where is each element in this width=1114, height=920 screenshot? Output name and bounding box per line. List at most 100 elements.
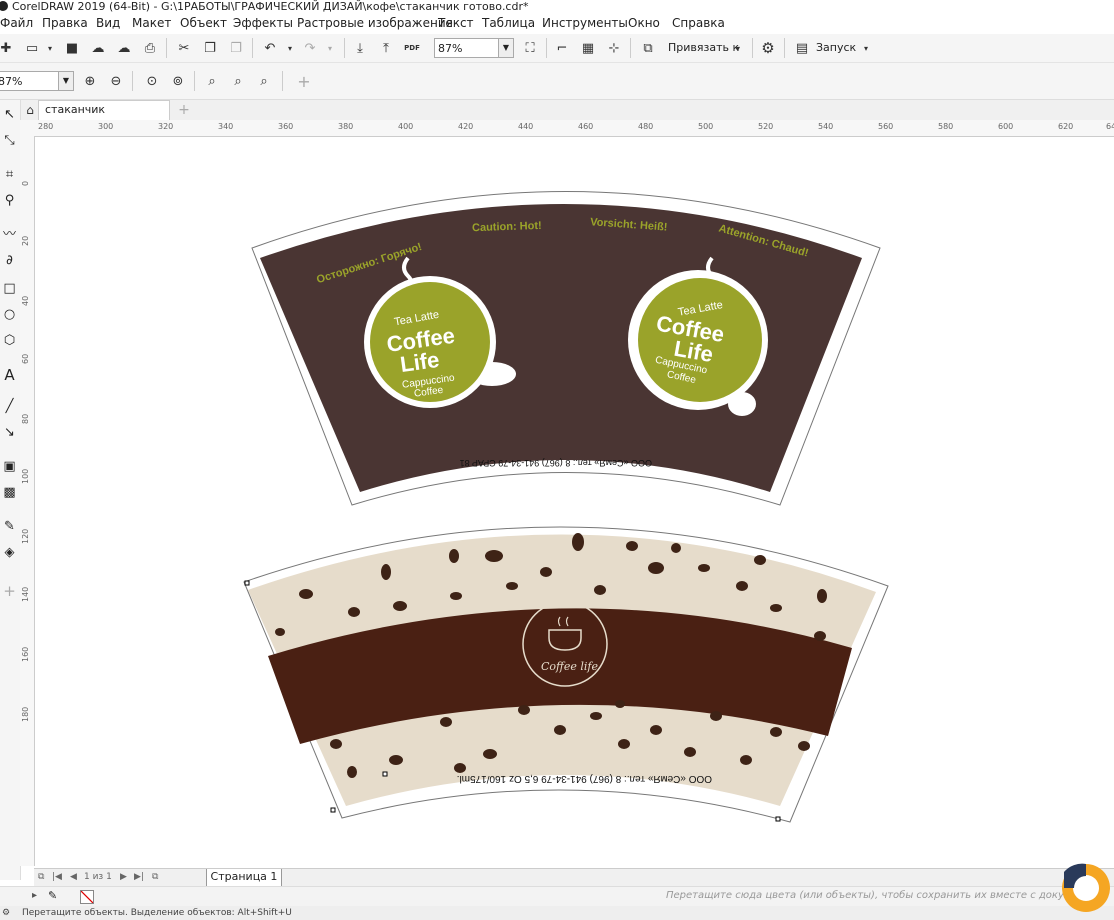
ruler-tick: 300 (98, 122, 114, 131)
guidelines-icon[interactable]: ⊹ (604, 38, 624, 58)
coffee-bean-icon (330, 739, 342, 749)
rectangle-tool-icon[interactable]: □ (1, 278, 18, 300)
menu-object[interactable]: Объект (180, 16, 227, 30)
zoom-level-combo[interactable]: 87% ▼ (0, 71, 74, 91)
go-prev-icon[interactable]: ◀ (70, 872, 77, 882)
warning-text: Caution: Hot! (472, 220, 542, 234)
zoom-to-selected-icon[interactable]: ⊙ (142, 71, 162, 91)
menu-layout[interactable]: Макет (132, 16, 171, 30)
shape-tool-icon[interactable]: ⤡ (1, 130, 18, 152)
grid-icon[interactable]: ▦ (578, 38, 598, 58)
new-tab-icon[interactable]: + (174, 100, 194, 120)
zoom-to-page-width-icon[interactable]: ⌕ (228, 71, 248, 91)
ruler-tick: 500 (698, 122, 714, 131)
page-tab[interactable]: Страница 1 (206, 869, 282, 887)
add-icon[interactable]: + (294, 71, 314, 91)
coffee-bean-icon (770, 604, 782, 612)
menu-help[interactable]: Справка (672, 16, 725, 30)
home-icon[interactable]: ⌂ (20, 100, 40, 120)
menu-tools[interactable]: Инструменты (542, 16, 628, 30)
chevron-down-icon[interactable]: ▼ (58, 72, 73, 90)
vertical-ruler[interactable]: 0 20 40 60 80 100 120 140 160 180 (20, 136, 35, 866)
full-screen-icon[interactable]: ⛶ (520, 38, 540, 58)
cloud-upload-icon[interactable]: ☁ (114, 38, 134, 58)
selection-handle[interactable] (330, 807, 336, 813)
transparency-tool-icon[interactable]: ▩ (1, 482, 18, 504)
separator (546, 38, 547, 58)
menu-table[interactable]: Таблица (482, 16, 535, 30)
zoom-out-icon[interactable]: ⊖ (106, 71, 126, 91)
coffee-bean-icon (299, 589, 313, 599)
zoom-to-page-icon[interactable]: ⌕ (202, 71, 222, 91)
horizontal-ruler[interactable]: 280 300 320 340 360 380 400 420 440 460 … (20, 120, 1114, 137)
palette-expand-icon[interactable]: ▸ (32, 890, 37, 901)
publish-pdf-icon[interactable]: PDF (402, 38, 422, 58)
copy-icon[interactable]: ❐ (200, 38, 220, 58)
cup-wrap-top[interactable]: Осторожно: Горячо! Caution: Hot! Vorsich… (251, 191, 881, 506)
launch-icon[interactable]: ▤ (792, 38, 812, 58)
selection-handle[interactable] (244, 580, 250, 586)
cup-wrap-bottom[interactable]: Coffee life ООО «СемЯ» тел.: 8 (967) 941… (243, 526, 889, 823)
document-tab[interactable]: стаканчик готово.cdr* (38, 100, 170, 134)
go-first-icon[interactable]: |◀ (52, 872, 62, 882)
parallel-dimension-tool-icon[interactable]: ╱ (1, 396, 18, 418)
import-icon[interactable]: ⤓ (350, 38, 370, 58)
zoom-tool-icon[interactable]: ⚲ (1, 190, 18, 212)
connector-tool-icon[interactable]: ↘ (1, 422, 18, 444)
separator (630, 38, 631, 58)
gear-icon[interactable]: ⚙ (758, 38, 778, 58)
go-last-icon[interactable]: ▶| (134, 872, 144, 882)
no-color-swatch[interactable] (80, 890, 94, 904)
freehand-tool-icon[interactable]: 〰 (1, 224, 18, 246)
text-tool-icon[interactable]: A (1, 364, 18, 386)
open-folder-icon[interactable]: ▭ (22, 38, 42, 58)
first-page-icon[interactable]: ⧉ (38, 872, 44, 882)
cut-icon[interactable]: ✂ (174, 38, 194, 58)
drawing-canvas[interactable]: Осторожно: Горячо! Caution: Hot! Vorsich… (35, 137, 1114, 868)
cloud-download-icon[interactable]: ☁ (88, 38, 108, 58)
ellipse-tool-icon[interactable]: ○ (1, 304, 18, 326)
menu-file[interactable]: Файл (0, 16, 33, 30)
artistic-media-tool-icon[interactable]: ∂ (1, 250, 18, 272)
interactive-fill-tool-icon[interactable]: ◈ (1, 542, 18, 564)
zoom-to-all-objects-icon[interactable]: ⊚ (168, 71, 188, 91)
zoom-in-icon[interactable]: ⊕ (80, 71, 100, 91)
menu-edit[interactable]: Правка (42, 16, 88, 30)
zoom-to-page-height-icon[interactable]: ⌕ (254, 71, 274, 91)
chevron-down-icon[interactable]: ▾ (40, 38, 60, 58)
eyedropper-icon[interactable]: ✎ (48, 889, 57, 902)
zoom-level-combo[interactable]: 87% ▼ (434, 38, 514, 58)
redo-icon[interactable]: ↷ (300, 38, 320, 58)
add-page-icon[interactable]: ⧉ (152, 872, 158, 882)
go-next-icon[interactable]: ▶ (120, 872, 127, 882)
undo-dropdown-icon[interactable]: ▾ (280, 38, 300, 58)
launch-label[interactable]: Запуск (816, 41, 856, 54)
zoom-level-value: 87% (438, 42, 463, 55)
add-tool-icon[interactable]: + (1, 580, 18, 602)
menu-text[interactable]: Текст (438, 16, 474, 30)
snap-icon[interactable]: ⧉ (638, 38, 658, 58)
save-icon[interactable]: ■ (62, 38, 82, 58)
menu-effects[interactable]: Эффекты (233, 16, 293, 30)
gear-icon[interactable]: ⚙ (2, 906, 10, 920)
chevron-down-icon[interactable]: ▾ (728, 38, 748, 58)
export-icon[interactable]: ⤒ (376, 38, 396, 58)
rulers-icon[interactable]: ⌐ (552, 38, 572, 58)
crop-tool-icon[interactable]: ⌗ (1, 164, 18, 186)
menu-bitmaps[interactable]: Растровые изображения (297, 16, 453, 30)
eyedropper-tool-icon[interactable]: ✎ (1, 516, 18, 538)
print-icon[interactable]: ⎙ (140, 38, 160, 58)
drop-shadow-tool-icon[interactable]: ▣ (1, 456, 18, 478)
menu-view[interactable]: Вид (96, 16, 120, 30)
paste-icon[interactable]: ❐ (226, 38, 246, 58)
selection-handle[interactable] (775, 816, 781, 822)
chevron-down-icon[interactable]: ▼ (498, 39, 513, 57)
chevron-down-icon[interactable]: ▾ (856, 38, 876, 58)
pick-tool-icon[interactable]: ↖ (1, 104, 18, 126)
redo-dropdown-icon[interactable]: ▾ (320, 38, 340, 58)
undo-icon[interactable]: ↶ (260, 38, 280, 58)
menu-window[interactable]: Окно (628, 16, 660, 30)
selection-handle[interactable] (382, 771, 388, 777)
new-document-icon[interactable]: ✚ (0, 38, 16, 58)
polygon-tool-icon[interactable]: ⬡ (1, 330, 18, 352)
